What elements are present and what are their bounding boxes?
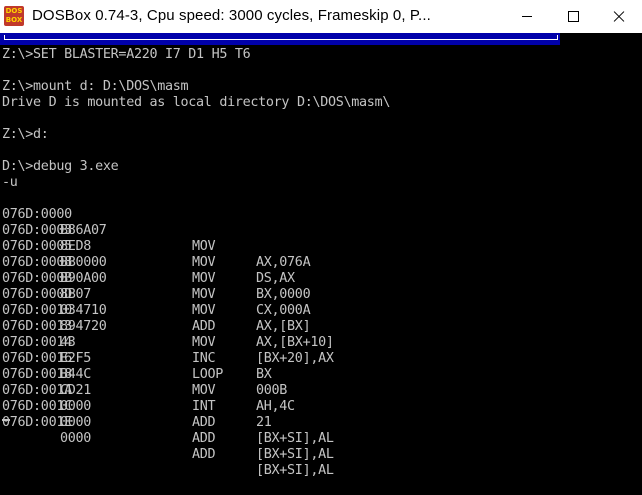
disassembly-row: 076D:0005 BB0000 MOV BX,0000 — [2, 223, 311, 302]
text-cursor — [2, 419, 10, 421]
maximize-icon — [567, 11, 579, 22]
disassembly-operands: [BX+20],AX — [256, 351, 334, 366]
disassembly-operands: AH,4C — [256, 399, 295, 414]
app-icon-text-bottom: BOX — [5, 16, 23, 24]
disassembly-mnemonic: INC — [192, 351, 216, 366]
disassembly-mnemonic: ADD — [192, 447, 216, 462]
disassembly-operands: AX,076A — [256, 255, 311, 270]
console-line-drive-change: Z:\>d: — [2, 127, 49, 142]
maximize-button[interactable] — [550, 0, 596, 33]
disassembly-mnemonic: INT — [192, 399, 216, 414]
dosbox-app-icon[interactable]: DOS BOX — [4, 6, 24, 26]
console-line-mount-result: Drive D is mounted as local directory D:… — [2, 95, 391, 110]
console-line-set-blaster: Z:\>SET BLASTER=A220 I7 D1 H5 T6 — [2, 47, 251, 62]
console-line-unassemble-command: -u — [2, 175, 18, 190]
status-bar-frame — [4, 35, 558, 40]
disassembly-row: 076D:001C 0000 ADD [BX+SI],AL — [2, 383, 334, 462]
console-line-mount-command: Z:\>mount d: D:\DOS\masm — [2, 79, 189, 94]
disassembly-operands: 000B — [256, 383, 288, 398]
disassembly-operands: 21 — [256, 415, 272, 430]
minimize-icon — [522, 16, 532, 17]
disassembly-mnemonic: MOV — [192, 303, 216, 318]
window-title: DOSBox 0.74-3, Cpu speed: 3000 cycles, F… — [32, 7, 431, 24]
disassembly-row: 076D:0010 894720 MOV [BX+20],AX — [2, 287, 334, 366]
disassembly-mnemonic: MOV — [192, 287, 216, 302]
disassembly-operands: CX,000A — [256, 303, 311, 318]
disassembly-operands: AX,[BX+10] — [256, 335, 334, 350]
disassembly-mnemonic: MOV — [192, 255, 216, 270]
disassembly-mnemonic: LOOP — [192, 367, 224, 382]
disassembly-mnemonic: MOV — [192, 335, 216, 350]
disassembly-row: 076D:0014 E2F5 LOOP 000B — [2, 319, 287, 398]
disassembly-operands: BX — [256, 367, 272, 382]
disassembly-mnemonic: ADD — [192, 431, 216, 446]
disassembly-row: 076D:0008 B90A00 MOV CX,000A — [2, 239, 311, 318]
disassembly-row: 076D:0018 CD21 INT 21 — [2, 351, 272, 430]
disassembly-row: 076D:0013 43 INC BX — [2, 303, 272, 382]
disassembly-operands: [BX+SI],AL — [256, 431, 334, 446]
disassembly-operands: DS,AX — [256, 271, 295, 286]
disassembly-operands: BX,0000 — [256, 287, 311, 302]
disassembly-mnemonic: ADD — [192, 415, 216, 430]
disassembly-row: 076D:000B 8B07 MOV AX,[BX] — [2, 255, 311, 334]
close-button[interactable] — [596, 0, 642, 33]
disassembly-machine-code: 0000 — [60, 431, 92, 446]
close-icon — [613, 11, 625, 23]
disassembly-address: 076D:001E — [2, 415, 72, 430]
disassembly-operands: AX,[BX] — [256, 319, 311, 334]
disassembly-operands: [BX+SI],AL — [256, 447, 334, 462]
disassembly-row: 076D:0003 8ED8 MOV DS,AX — [2, 207, 295, 286]
disassembly-mnemonic: MOV — [192, 271, 216, 286]
console-line-debug-command: D:\>debug 3.exe — [2, 159, 119, 174]
disassembly-operands: [BX+SI],AL — [256, 463, 334, 478]
disassembly-row: 076D:001E 0000 ADD [BX+SI],AL — [2, 399, 334, 478]
disassembly-mnemonic: MOV — [192, 383, 216, 398]
title-bar[interactable]: DOS BOX DOSBox 0.74-3, Cpu speed: 3000 c… — [0, 0, 642, 33]
disassembly-row: 076D:0016 B44C MOV AH,4C — [2, 335, 295, 414]
disassembly-mnemonic: MOV — [192, 239, 216, 254]
dos-console[interactable]: Z:\>SET BLASTER=A220 I7 D1 H5 T6 Z:\>mou… — [0, 47, 642, 478]
dos-status-bar — [0, 33, 560, 45]
disassembly-row: 076D:000D 034710 ADD AX,[BX+10] — [2, 271, 334, 350]
disassembly-row: 076D:001A 0000 ADD [BX+SI],AL — [2, 367, 334, 446]
disassembly-mnemonic: ADD — [192, 319, 216, 334]
minimize-button[interactable] — [504, 0, 550, 33]
app-icon-text-top: DOS — [5, 7, 23, 15]
disassembly-row: 076D:0000 B86A07 MOV AX,076A — [2, 191, 311, 270]
